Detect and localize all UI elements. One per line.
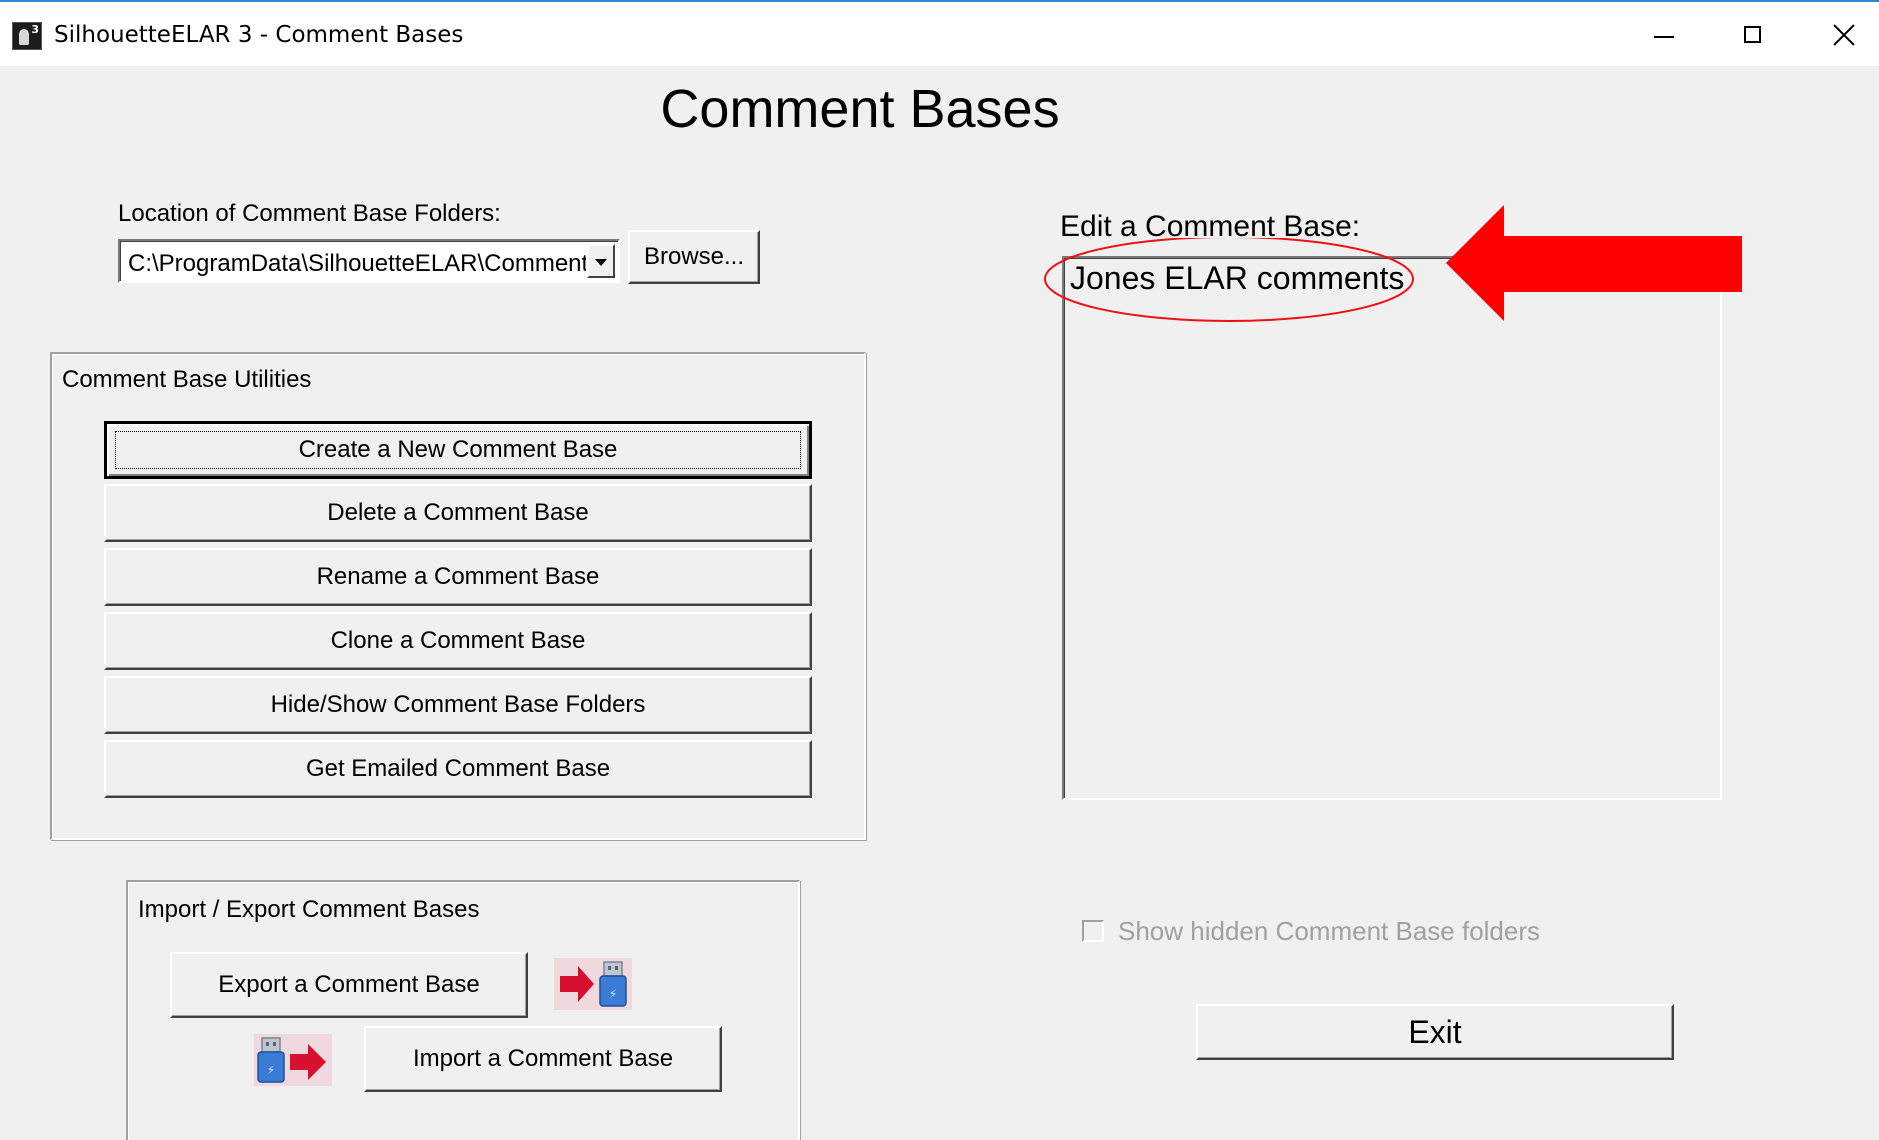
app-icon-badge: 3 [31, 23, 39, 36]
delete-comment-base-button[interactable]: Delete a Comment Base [104, 484, 812, 542]
maximize-icon[interactable] [1724, 12, 1784, 56]
title-bar: 3 SilhouetteELAR 3 - Comment Bases [0, 0, 1879, 66]
svg-text:⚡: ⚡ [267, 1063, 275, 1077]
page-title: Comment Bases [660, 79, 1060, 139]
minimize-icon[interactable] [1634, 12, 1694, 56]
import-usb-icon: ⚡ [254, 1034, 332, 1086]
export-usb-icon: ⚡ [554, 958, 632, 1010]
utilities-group-label: Comment Base Utilities [62, 366, 312, 393]
get-emailed-comment-base-button[interactable]: Get Emailed Comment Base [104, 740, 812, 798]
comment-base-listbox[interactable]: Jones ELAR comments [1062, 256, 1722, 800]
close-icon[interactable] [1814, 12, 1874, 56]
dropdown-arrow-icon[interactable] [587, 244, 615, 278]
show-hidden-label: Show hidden Comment Base folders [1118, 916, 1541, 946]
import-comment-base-button[interactable]: Import a Comment Base [364, 1026, 722, 1092]
show-hidden-checkbox[interactable] [1082, 920, 1104, 942]
app-icon[interactable]: 3 [12, 22, 42, 50]
rename-comment-base-button[interactable]: Rename a Comment Base [104, 548, 812, 606]
browse-button[interactable]: Browse... [628, 230, 760, 284]
hide-show-folders-button[interactable]: Hide/Show Comment Base Folders [104, 676, 812, 734]
svg-text:⚡: ⚡ [609, 987, 617, 1001]
exit-button[interactable]: Exit [1196, 1004, 1674, 1060]
create-comment-base-button[interactable]: Create a New Comment Base [104, 421, 812, 479]
window-title: SilhouetteELAR 3 - Comment Bases [54, 22, 464, 48]
export-comment-base-button[interactable]: Export a Comment Base [170, 952, 528, 1018]
location-label: Location of Comment Base Folders: [118, 200, 501, 227]
location-path-value: C:\ProgramData\SilhouetteELAR\Comment [128, 250, 586, 277]
red-arrow-annotation [1446, 205, 1742, 321]
import-export-group-label: Import / Export Comment Bases [138, 896, 480, 923]
location-combobox[interactable]: C:\ProgramData\SilhouetteELAR\Comment [118, 239, 620, 283]
highlight-ellipse-annotation [1044, 238, 1414, 322]
clone-comment-base-button[interactable]: Clone a Comment Base [104, 612, 812, 670]
